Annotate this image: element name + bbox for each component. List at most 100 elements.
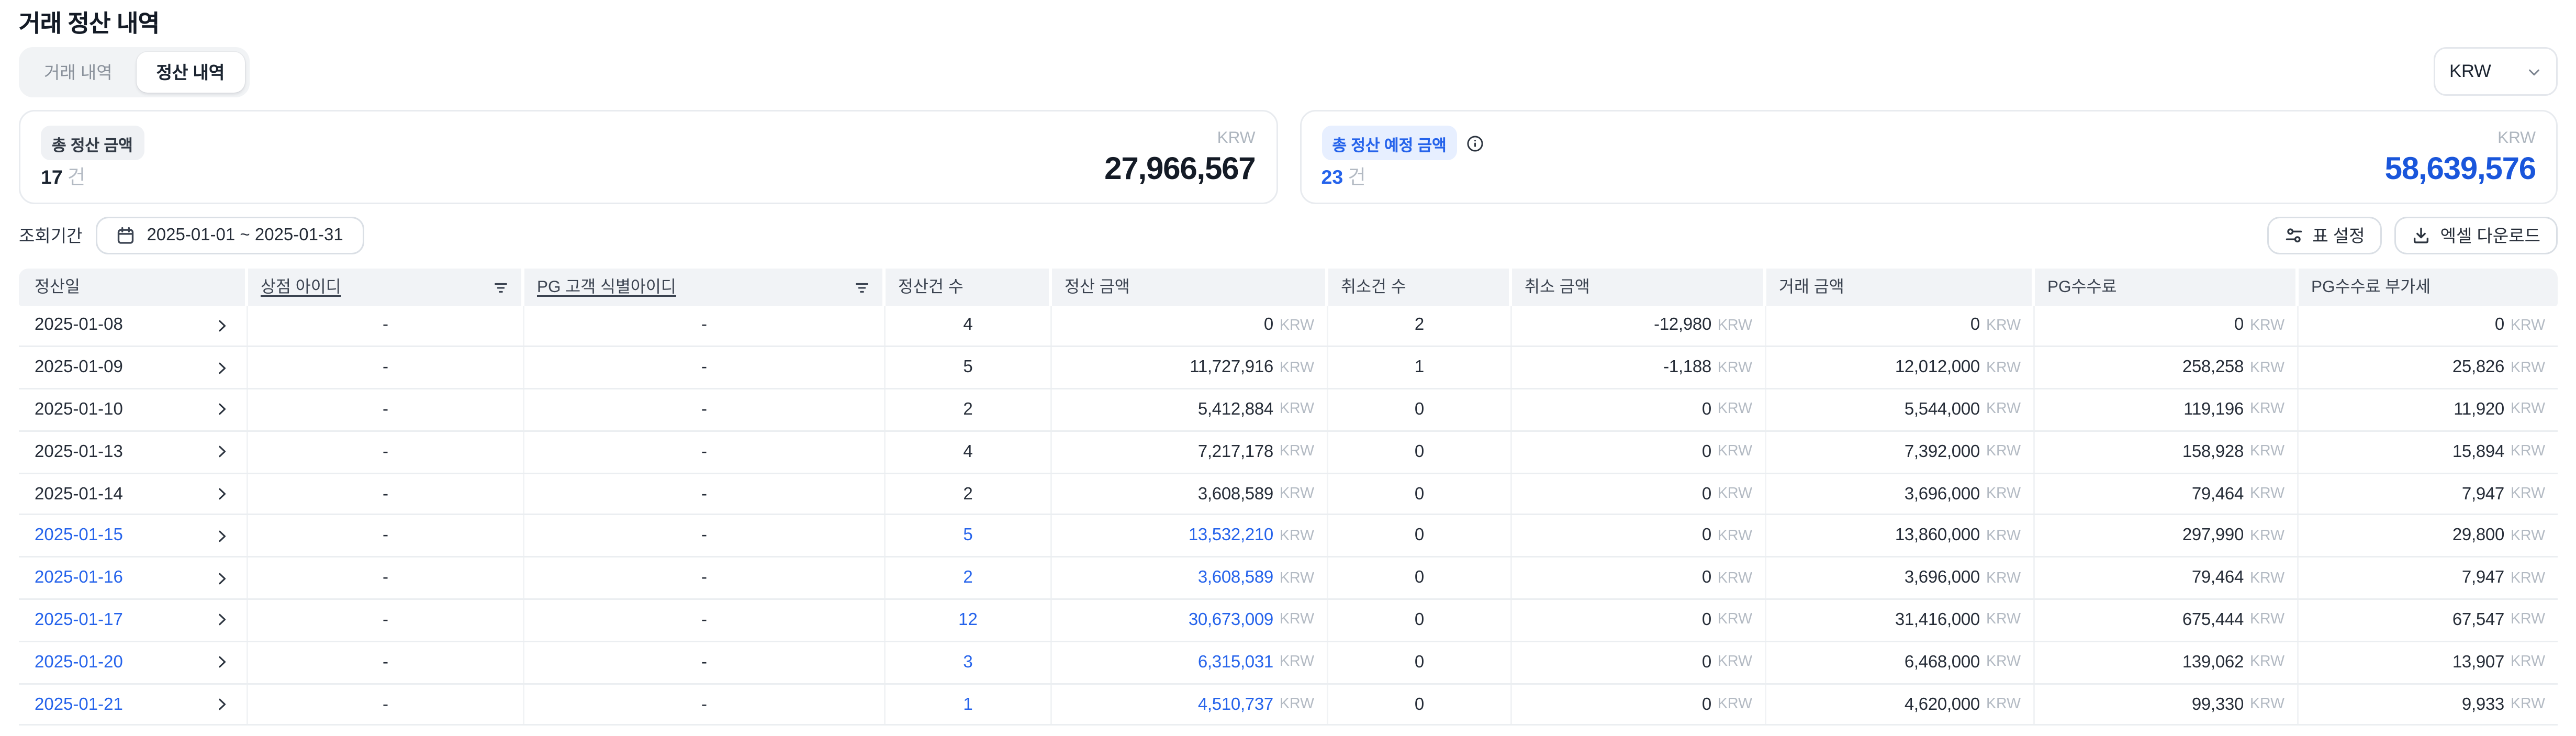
pg-fee-cell: 79,464KRW — [2035, 558, 2299, 598]
pg-customer-id-cell: - — [524, 306, 886, 346]
settle-count-cell[interactable]: 3 — [886, 642, 1052, 683]
chevron-right-icon[interactable] — [215, 445, 229, 459]
pg-customer-id-cell: - — [524, 642, 886, 683]
cancel-count-cell: 1 — [1328, 348, 1512, 388]
pg-fee-cell: 79,464KRW — [2035, 474, 2299, 514]
settled-currency-label: KRW — [1217, 129, 1256, 148]
transaction-amount-cell: 31,416,000KRW — [1766, 600, 2035, 640]
settle-amount-cell[interactable]: 30,673,009KRW — [1052, 600, 1328, 640]
cancel-count-cell: 0 — [1328, 516, 1512, 556]
pg-fee-cell: 119,196KRW — [2035, 389, 2299, 430]
chevron-right-icon[interactable] — [215, 697, 229, 711]
transaction-amount-cell: 0KRW — [1766, 306, 2035, 346]
store-id-cell: - — [248, 516, 524, 556]
pg-fee-vat-cell: 7,947KRW — [2299, 558, 2558, 598]
pg-fee-vat-cell: 13,907KRW — [2299, 642, 2558, 683]
settled-badge: 총 정산 금액 — [41, 126, 144, 160]
table-header: 정산일상점 아이디PG 고객 식별아이디정산건 수정산 금액취소건 수취소 금액… — [19, 269, 2558, 306]
settlement-date-cell[interactable]: 2025-01-20 — [19, 642, 248, 683]
transaction-amount-cell: 5,544,000KRW — [1766, 389, 2035, 430]
cancel-amount-cell: 0KRW — [1512, 684, 1766, 724]
column-header-2[interactable]: PG 고객 식별아이디 — [524, 269, 886, 306]
store-id-cell: - — [248, 600, 524, 640]
column-header-0: 정산일 — [19, 269, 248, 306]
total-settled-card: 총 정산 금액 17건 KRW 27,966,567 — [19, 110, 1278, 204]
settle-amount-cell[interactable]: 13,532,210KRW — [1052, 516, 1328, 556]
settled-count: 17건 — [41, 160, 144, 190]
store-id-cell: - — [248, 306, 524, 346]
tab-settlements[interactable]: 정산 내역 — [136, 52, 245, 93]
settle-amount-cell[interactable]: 3,608,589KRW — [1052, 558, 1328, 598]
pg-fee-vat-cell: 9,933KRW — [2299, 684, 2558, 724]
settlement-date-cell: 2025-01-10 — [19, 389, 248, 430]
store-id-cell: - — [248, 642, 524, 683]
settle-count-cell: 5 — [886, 348, 1052, 388]
cancel-count-cell: 0 — [1328, 474, 1512, 514]
cancel-amount-cell: 0KRW — [1512, 558, 1766, 598]
column-header-3: 정산건 수 — [886, 269, 1052, 306]
chevron-right-icon[interactable] — [215, 613, 229, 627]
cancel-amount-cell: -1,188KRW — [1512, 348, 1766, 388]
table-settings-button[interactable]: 표 설정 — [2267, 217, 2382, 254]
cancel-count-cell: 0 — [1328, 389, 1512, 430]
chevron-right-icon[interactable] — [215, 319, 229, 333]
table-row: 2025-01-17--1230,673,009KRW00KRW31,416,0… — [19, 600, 2558, 642]
pg-customer-id-cell: - — [524, 389, 886, 430]
info-icon[interactable] — [1467, 135, 1484, 152]
settlement-date-cell: 2025-01-08 — [19, 306, 248, 346]
table-row: 2025-01-15--513,532,210KRW00KRW13,860,00… — [19, 516, 2558, 557]
chevron-right-icon[interactable] — [215, 529, 229, 543]
settle-amount-cell: 5,412,884KRW — [1052, 389, 1328, 430]
transaction-amount-cell: 3,696,000KRW — [1766, 474, 2035, 514]
settle-count-cell[interactable]: 12 — [886, 600, 1052, 640]
column-header-1[interactable]: 상점 아이디 — [248, 269, 524, 306]
summary-cards: 총 정산 금액 17건 KRW 27,966,567 총 정산 예정 금액 — [19, 110, 2558, 204]
excel-download-button[interactable]: 엑셀 다운로드 — [2395, 217, 2558, 254]
chevron-right-icon[interactable] — [215, 571, 229, 585]
pg-customer-id-cell: - — [524, 684, 886, 724]
settle-amount-cell: 7,217,178KRW — [1052, 432, 1328, 472]
settlement-date-cell[interactable]: 2025-01-17 — [19, 600, 248, 640]
pg-fee-vat-cell: 7,947KRW — [2299, 474, 2558, 514]
settlement-date-cell[interactable]: 2025-01-21 — [19, 684, 248, 724]
transaction-amount-cell: 6,468,000KRW — [1766, 642, 2035, 683]
chevron-right-icon[interactable] — [215, 487, 229, 501]
tab-group: 거래 내역정산 내역 — [19, 47, 250, 97]
settle-count-cell[interactable]: 1 — [886, 684, 1052, 724]
tab-transactions[interactable]: 거래 내역 — [24, 52, 133, 93]
settlement-date-cell: 2025-01-09 — [19, 348, 248, 388]
table-row: 2025-01-09--511,727,916KRW1-1,188KRW12,0… — [19, 348, 2558, 389]
table-row: 2025-01-14--23,608,589KRW00KRW3,696,000K… — [19, 474, 2558, 516]
date-range-button[interactable]: 2025-01-01 ~ 2025-01-31 — [96, 217, 363, 254]
cancel-count-cell: 0 — [1328, 642, 1512, 683]
filter-icon — [493, 279, 509, 295]
cancel-count-cell: 2 — [1328, 306, 1512, 346]
settle-amount-cell[interactable]: 6,315,031KRW — [1052, 642, 1328, 683]
transaction-amount-cell: 12,012,000KRW — [1766, 348, 2035, 388]
chevron-down-icon — [2526, 64, 2542, 80]
chevron-right-icon[interactable] — [215, 403, 229, 417]
expected-count: 23건 — [1321, 160, 1484, 190]
expected-currency-label: KRW — [2497, 129, 2536, 148]
pg-fee-vat-cell: 25,826KRW — [2299, 348, 2558, 388]
column-header-4: 정산 금액 — [1052, 269, 1328, 306]
settle-count-cell[interactable]: 5 — [886, 516, 1052, 556]
currency-select[interactable]: KRW — [2434, 47, 2558, 96]
cancel-amount-cell: -12,980KRW — [1512, 306, 1766, 346]
settlement-date-cell[interactable]: 2025-01-15 — [19, 516, 248, 556]
settlement-date-cell[interactable]: 2025-01-16 — [19, 558, 248, 598]
page-title: 거래 정산 내역 — [19, 13, 2558, 38]
settle-count-cell: 2 — [886, 474, 1052, 514]
chevron-right-icon[interactable] — [215, 361, 229, 375]
settlement-date-cell: 2025-01-14 — [19, 474, 248, 514]
sliders-icon — [2284, 226, 2303, 245]
settlement-page: 거래 정산 내역 거래 내역정산 내역 KRW 총 정산 금액 17건 — [0, 0, 2576, 726]
settle-count-cell[interactable]: 2 — [886, 558, 1052, 598]
settle-amount-cell[interactable]: 4,510,737KRW — [1052, 684, 1328, 724]
settle-amount-cell: 0KRW — [1052, 306, 1328, 346]
chevron-right-icon[interactable] — [215, 655, 229, 670]
currency-select-value: KRW — [2449, 62, 2491, 81]
table-body: 2025-01-08--40KRW2-12,980KRW0KRW0KRW0KRW… — [19, 306, 2558, 727]
settle-count-cell: 2 — [886, 389, 1052, 430]
pg-fee-vat-cell: 11,920KRW — [2299, 389, 2558, 430]
